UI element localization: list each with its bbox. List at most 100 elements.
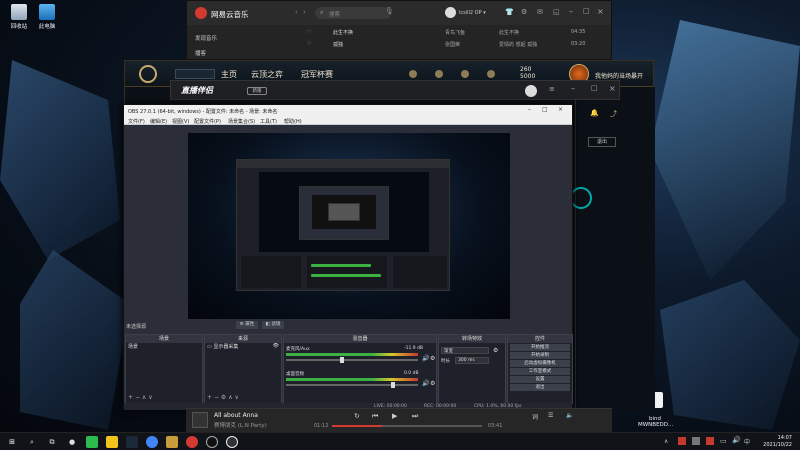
loop-icon[interactable]: ↻ (354, 412, 360, 420)
play-icon[interactable]: ▶ (392, 412, 397, 420)
avatar[interactable] (445, 7, 456, 18)
song-album[interactable]: 此生不换 (499, 29, 519, 36)
duration-input[interactable]: 300 ms (455, 357, 489, 364)
menu-view[interactable]: 视图(V) (172, 118, 189, 125)
properties-button[interactable]: ⚙ 属性 (236, 321, 258, 329)
menu-file[interactable]: 文件(F) (128, 118, 145, 125)
lyrics-icon[interactable]: 词 (532, 412, 538, 421)
tray-app-icon[interactable] (678, 437, 686, 445)
netease-search-input[interactable]: ⌕ 搜索 (315, 7, 391, 19)
tray-up-arrow-icon[interactable]: ∧ (664, 438, 668, 445)
close-icon[interactable]: × (609, 84, 616, 93)
menu-edit[interactable]: 编辑(E) (150, 118, 167, 125)
menu-profile[interactable]: 配置文件(P) (194, 118, 221, 125)
summoner-name[interactable]: 我他妈的当场暴开 (595, 71, 643, 80)
now-playing-title[interactable]: All about Anna (214, 412, 258, 419)
heart-icon[interactable]: ♡ (307, 41, 311, 47)
song-artist[interactable]: 张国荣 (445, 41, 460, 48)
obs-preview[interactable] (188, 133, 510, 319)
play-button[interactable] (175, 69, 215, 79)
minimize-icon[interactable]: – (571, 84, 575, 93)
windows-start-icon[interactable]: ⊞ (6, 436, 18, 448)
speaker-icon[interactable]: 🔊 (422, 355, 429, 362)
up-icon[interactable]: ∧ (142, 394, 146, 401)
start-virtual-camera-button[interactable]: 启动虚拟摄像机 (510, 360, 570, 367)
gear-icon[interactable]: ⚙ (430, 355, 435, 362)
song-artist[interactable]: 青鸟飞鱼 (445, 29, 465, 36)
song-album[interactable]: 爱情的 想起 孤独 (499, 41, 537, 48)
live-companion-taskbar-icon[interactable] (206, 436, 218, 448)
maximize-icon[interactable]: □ (583, 7, 590, 15)
volume-slider-handle[interactable] (390, 382, 395, 388)
song-row[interactable]: ♡ 孤独 张国荣 爱情的 想起 孤独 03:20 (187, 41, 611, 51)
volume-slider[interactable] (286, 359, 418, 361)
up-icon[interactable]: ∧ (228, 394, 232, 401)
mini-mode-icon[interactable]: ◱ (553, 8, 560, 16)
remove-icon[interactable]: − (214, 394, 219, 401)
filters-button[interactable]: ◧ 滤镜 (262, 321, 284, 329)
lol-nav-clash[interactable]: 冠军杯赛 (301, 69, 333, 80)
volume-icon[interactable]: 🔈 (566, 412, 573, 419)
tray-app-icon[interactable] (706, 437, 714, 445)
lol-taskbar-icon[interactable] (166, 436, 178, 448)
source-item[interactable]: ▭ 显示器采集 👁 (205, 343, 281, 350)
volume-slider-handle[interactable] (339, 357, 344, 363)
volume-slider[interactable] (286, 384, 418, 386)
store-icon[interactable] (487, 70, 495, 78)
lol-exit-button[interactable]: 退出 (588, 137, 616, 147)
desktop-icon-this-pc[interactable]: 此电脑 (30, 4, 64, 30)
previous-icon[interactable]: ⏮ (372, 412, 378, 421)
explorer-icon[interactable] (106, 436, 118, 448)
avatar[interactable] (525, 85, 537, 97)
search-icon[interactable]: ⌕ (26, 436, 38, 448)
menu-scene-collection[interactable]: 场景集合(S) (228, 118, 255, 125)
add-icon[interactable]: + (128, 394, 133, 401)
start-recording-button[interactable]: 开始录制 (510, 352, 570, 359)
wechat-app-icon[interactable] (86, 436, 98, 448)
settings-button[interactable]: 设置 (510, 376, 570, 383)
close-icon[interactable]: × (597, 7, 604, 16)
netease-taskbar-icon[interactable] (186, 436, 198, 448)
eye-icon[interactable]: 👁 (273, 343, 279, 349)
close-icon[interactable]: × (558, 106, 563, 113)
netease-username[interactable]: lcsill2 OP ▾ (459, 10, 486, 16)
gear-icon[interactable]: ⚙ (221, 394, 226, 401)
menu-help[interactable]: 帮助(H) (284, 118, 302, 125)
start-streaming-button[interactable]: 开始推流 (510, 344, 570, 351)
heart-icon[interactable]: ♡ (307, 29, 311, 35)
minimize-icon[interactable]: – (528, 106, 531, 113)
task-view-icon[interactable]: ⧉ (46, 436, 58, 448)
system-clock[interactable]: 14:07 2021/10/22 (756, 435, 792, 449)
remove-icon[interactable]: − (135, 394, 140, 401)
steam-icon[interactable] (126, 436, 138, 448)
maximize-icon[interactable]: □ (542, 106, 548, 113)
exit-button[interactable]: 退出 (510, 384, 570, 391)
down-icon[interactable]: ∨ (235, 394, 239, 401)
gear-icon[interactable]: ⚙ (430, 380, 435, 387)
minimize-icon[interactable]: – (569, 7, 573, 16)
seek-bar[interactable] (332, 425, 482, 427)
lol-logo-icon[interactable] (139, 65, 157, 83)
share-icon[interactable]: ⤴ (610, 109, 617, 119)
menu-tools[interactable]: 工具(T) (260, 118, 277, 125)
forward-arrow-icon[interactable]: › (303, 8, 306, 16)
lol-nav-tft[interactable]: 云顶之弈 (251, 69, 283, 80)
skin-icon[interactable]: 👕 (505, 8, 514, 16)
obs-taskbar-icon[interactable] (226, 436, 238, 448)
studio-mode-button[interactable]: 工作室模式 (510, 368, 570, 375)
speaker-icon[interactable]: 🔊 (422, 380, 429, 387)
collection-icon[interactable] (435, 70, 443, 78)
transition-select[interactable]: 渐变 (441, 347, 489, 354)
maximize-icon[interactable]: □ (591, 84, 598, 92)
now-playing-artist[interactable]: 赛博朋克 (L.N Party) (214, 421, 267, 429)
album-cover[interactable] (192, 412, 208, 428)
bell-icon[interactable]: 🔔 (590, 109, 599, 117)
down-icon[interactable]: ∨ (148, 394, 152, 401)
ime-icon[interactable]: 中 (744, 437, 750, 446)
scene-item[interactable]: 场景 (126, 343, 202, 350)
network-icon[interactable]: ▭ (720, 437, 727, 445)
profile-icon[interactable] (409, 70, 417, 78)
gear-icon[interactable]: ⚙ (521, 8, 527, 16)
lol-nav-home[interactable]: 主页 (221, 69, 237, 80)
playlist-icon[interactable]: ☰ (548, 412, 553, 419)
